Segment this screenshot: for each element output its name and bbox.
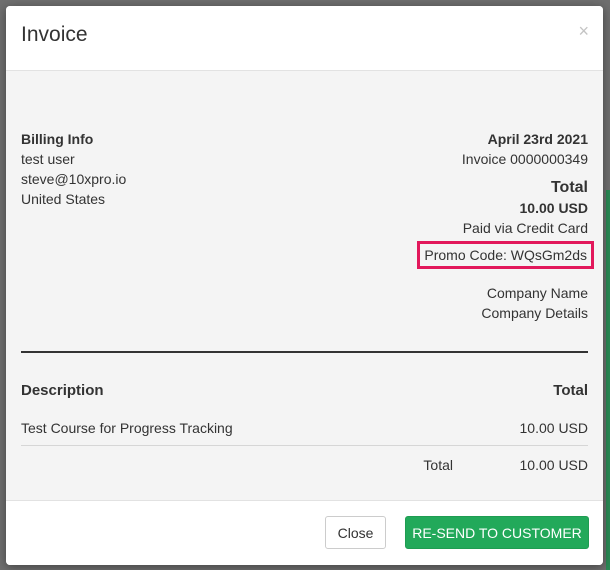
resend-to-customer-button[interactable]: RE-SEND TO CUSTOMER [405,516,589,549]
invoice-date: April 23rd 2021 [487,131,588,147]
billing-email: steve@10xpro.io [21,171,127,187]
line-item-description: Test Course for Progress Tracking [21,420,233,436]
billing-name: test user [21,151,75,167]
total-column-header: Total [553,382,588,399]
backdrop-green-strip [606,190,610,570]
close-icon[interactable]: × [578,22,589,40]
invoice-summary: April 23rd 2021 Invoice 0000000349 Total… [417,129,594,323]
invoice-modal: Invoice × Billing Info test user steve@1… [6,6,603,565]
modal-footer: Close RE-SEND TO CUSTOMER [6,500,603,565]
billing-heading: Billing Info [21,131,94,147]
billing-country: United States [21,191,106,207]
company-details: Company Details [481,305,588,321]
close-button[interactable]: Close [325,516,386,549]
promo-code: Promo Code: WQsGm2ds [417,241,594,269]
invoice-number: Invoice 0000000349 [461,151,588,167]
summary-total-label: Total [423,457,453,473]
total-heading: Total [550,179,588,196]
modal-body: Billing Info test user steve@10xpro.io U… [6,71,603,501]
modal-title: Invoice [21,23,88,46]
total-amount: 10.00 USD [519,200,588,216]
summary-total-value: 10.00 USD [519,457,588,473]
billing-info: Billing Info test user steve@10xpro.io U… [21,129,126,209]
modal-header: Invoice × [6,6,603,71]
row-divider [21,445,588,446]
description-column-header: Description [21,382,104,399]
payment-method: Paid via Credit Card [462,220,588,236]
line-item-amount: 10.00 USD [519,420,588,436]
company-name: Company Name [486,285,588,301]
section-divider [21,351,588,353]
